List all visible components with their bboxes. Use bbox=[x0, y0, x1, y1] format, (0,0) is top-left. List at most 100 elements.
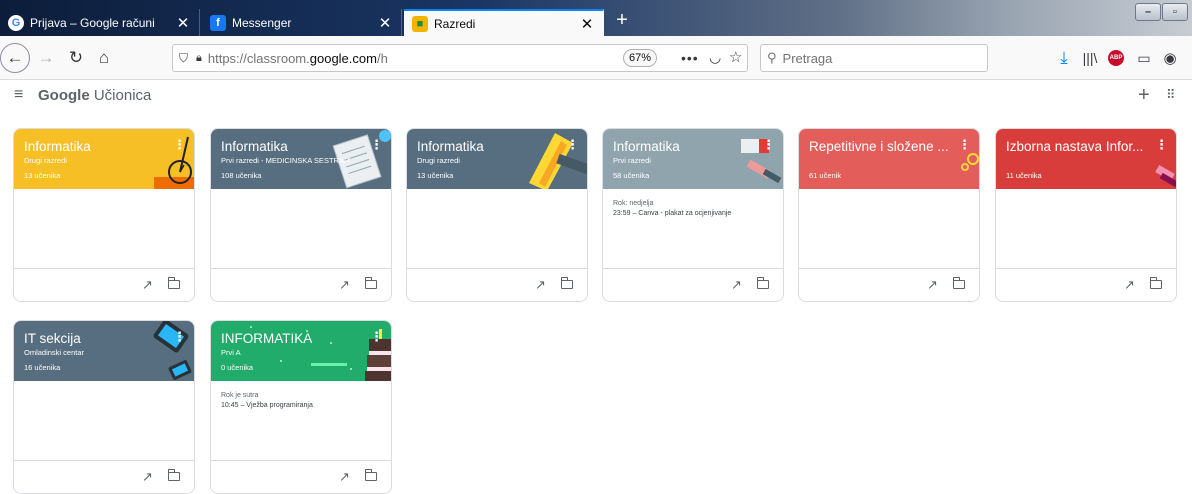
url-suffix: /h bbox=[376, 50, 388, 66]
brand-product: Učionica bbox=[93, 87, 152, 104]
trending-icon[interactable]: ↗ bbox=[142, 469, 153, 485]
more-options-icon[interactable]: ⋮ bbox=[173, 329, 186, 345]
class-title[interactable]: Informatika bbox=[417, 139, 559, 154]
class-subtitle: Drugi razredi bbox=[417, 156, 460, 165]
apps-grid-icon[interactable]: ⠿ bbox=[1166, 87, 1176, 103]
card-header[interactable]: Informatika Prvi razredi 58 učenika ⋮ bbox=[603, 129, 783, 189]
menu-icon[interactable]: ≡ bbox=[14, 86, 23, 104]
url-bar[interactable]: ⛉ 🔒︎ https://classroom.google.com/h 67% … bbox=[172, 44, 748, 72]
card-footer: ↗ bbox=[14, 460, 194, 493]
tab-messenger[interactable]: f Messenger ✕ bbox=[202, 9, 402, 36]
class-card[interactable]: Informatika Prvi razredi 58 učenika ⋮ Ro… bbox=[602, 128, 784, 302]
folder-icon[interactable] bbox=[364, 277, 377, 289]
url-prefix: https://classroom. bbox=[207, 50, 310, 66]
class-card[interactable]: IT sekcija Omladinski centar 16 učenika … bbox=[13, 320, 195, 494]
tracking-protection-icon[interactable]: ⛉ bbox=[179, 51, 188, 66]
window-controls: – ▫ bbox=[1135, 3, 1188, 21]
minimize-button[interactable]: – bbox=[1135, 3, 1161, 21]
folder-icon[interactable] bbox=[756, 277, 769, 289]
bookmark-star-icon[interactable]: ☆ bbox=[729, 48, 742, 66]
class-title[interactable]: Repetitivne i složene ... bbox=[809, 139, 951, 154]
card-header[interactable]: Repetitivne i složene ... 61 učenik ⋮ bbox=[799, 129, 979, 189]
tab-razredi[interactable]: ■ Razredi ✕ bbox=[404, 9, 604, 36]
class-title[interactable]: IT sekcija bbox=[24, 331, 166, 346]
student-count: 11 učenika bbox=[1006, 171, 1042, 180]
folder-icon[interactable] bbox=[560, 277, 573, 289]
trending-icon[interactable]: ↗ bbox=[339, 469, 350, 485]
more-options-icon[interactable]: ⋮ bbox=[1155, 137, 1168, 153]
more-options-icon[interactable]: ⋮ bbox=[762, 137, 775, 153]
close-icon[interactable]: ✕ bbox=[377, 14, 393, 32]
lock-icon[interactable]: 🔒︎ bbox=[196, 52, 202, 65]
tab-google-login[interactable]: G Prijava – Google računi ✕ bbox=[0, 9, 200, 36]
card-footer: ↗ bbox=[799, 268, 979, 301]
due-assignment[interactable]: 23:59 – Canva - plakat za ocjenjivanje bbox=[613, 209, 731, 219]
trending-icon[interactable]: ↗ bbox=[1124, 277, 1135, 293]
student-count: 61 učenik bbox=[809, 171, 842, 180]
card-header[interactable]: Izborna nastava Infor... 11 učenika ⋮ bbox=[996, 129, 1176, 189]
library-icon[interactable]: |||\ bbox=[1078, 46, 1102, 70]
classroom-logo[interactable]: Google Učionica bbox=[38, 87, 151, 104]
trending-icon[interactable]: ↗ bbox=[927, 277, 938, 293]
class-card[interactable]: Izborna nastava Infor... 11 učenika ⋮ ↗ bbox=[995, 128, 1177, 302]
forward-button[interactable]: → bbox=[34, 46, 58, 70]
more-options-icon[interactable]: ⋮ bbox=[370, 137, 383, 153]
class-title[interactable]: Informatika bbox=[24, 139, 166, 154]
folder-icon[interactable] bbox=[167, 277, 180, 289]
maximize-button[interactable]: ▫ bbox=[1162, 3, 1188, 21]
class-subtitle: Drugi razredi bbox=[24, 156, 67, 165]
student-count: 16 učenika bbox=[24, 363, 61, 372]
zoom-indicator[interactable]: 67% bbox=[623, 49, 658, 67]
class-card[interactable]: Repetitivne i složene ... 61 učenik ⋮ ↗ bbox=[798, 128, 980, 302]
browser-toolbar: ← → ↻ ⌂ ⛉ 🔒︎ https://classroom.google.co… bbox=[0, 36, 1192, 80]
trending-icon[interactable]: ↗ bbox=[731, 277, 742, 293]
close-icon[interactable]: ✕ bbox=[175, 14, 191, 32]
card-header[interactable]: Informatika Drugi razredi 13 učenika ⋮ bbox=[14, 129, 194, 189]
more-options-icon[interactable]: ⋮ bbox=[370, 329, 383, 345]
page-actions-icon[interactable]: ••• bbox=[681, 50, 699, 66]
class-card[interactable]: Informatika Prvi razredi - MEDICINSKA SE… bbox=[210, 128, 392, 302]
student-count: 58 učenika bbox=[613, 171, 650, 180]
more-options-icon[interactable]: ⋮ bbox=[566, 137, 579, 153]
pocket-icon[interactable]: ◡ bbox=[709, 49, 721, 66]
class-title[interactable]: Izborna nastava Infor... bbox=[1006, 139, 1148, 154]
adblock-icon[interactable]: ABP bbox=[1104, 46, 1128, 70]
class-card[interactable]: Informatika Drugi razredi 13 učenika ⋮ ↗ bbox=[406, 128, 588, 302]
url-domain: google.com bbox=[309, 50, 377, 66]
folder-icon[interactable] bbox=[167, 469, 180, 481]
card-footer: ↗ bbox=[603, 268, 783, 301]
reload-button[interactable]: ↻ bbox=[64, 46, 88, 70]
class-title[interactable]: Informatika bbox=[221, 139, 363, 154]
reader-icon[interactable]: ▭ bbox=[1132, 46, 1156, 70]
trending-icon[interactable]: ↗ bbox=[339, 277, 350, 293]
folder-icon[interactable] bbox=[1149, 277, 1162, 289]
card-footer: ↗ bbox=[211, 460, 391, 493]
trending-icon[interactable]: ↗ bbox=[535, 277, 546, 293]
more-options-icon[interactable]: ⋮ bbox=[173, 137, 186, 153]
class-card[interactable]: Informatika Drugi razredi 13 učenika ⋮ ↗ bbox=[13, 128, 195, 302]
add-class-button[interactable]: + bbox=[1138, 84, 1150, 107]
card-header[interactable]: IT sekcija Omladinski centar 16 učenika … bbox=[14, 321, 194, 381]
class-title[interactable]: INFORMATIKA bbox=[221, 331, 363, 346]
folder-icon[interactable] bbox=[952, 277, 965, 289]
class-title[interactable]: Informatika bbox=[613, 139, 755, 154]
class-subtitle: Omladinski centar bbox=[24, 348, 85, 357]
card-header[interactable]: INFORMATIKA Prvi A 0 učenika ⋮ bbox=[211, 321, 391, 381]
assignment-due[interactable]: Rok: nedjelja 23:59 – Canva - plakat za … bbox=[613, 199, 731, 219]
more-options-icon[interactable]: ⋮ bbox=[958, 137, 971, 153]
assignment-due[interactable]: Rok je sutra 10:45 – Vježba programiranj… bbox=[221, 391, 313, 411]
card-header[interactable]: Informatika Drugi razredi 13 učenika ⋮ bbox=[407, 129, 587, 189]
download-icon[interactable]: ⤓ bbox=[1052, 46, 1076, 70]
due-assignment[interactable]: 10:45 – Vježba programiranja bbox=[221, 401, 313, 411]
trending-icon[interactable]: ↗ bbox=[142, 277, 153, 293]
search-input[interactable]: ⚲ Pretraga bbox=[760, 44, 988, 72]
close-icon[interactable]: ✕ bbox=[579, 15, 595, 33]
card-header[interactable]: Informatika Prvi razredi - MEDICINSKA SE… bbox=[211, 129, 391, 189]
new-tab-button[interactable]: + bbox=[612, 9, 632, 32]
browser-tab-strip: G Prijava – Google računi ✕ f Messenger … bbox=[0, 0, 1192, 36]
folder-icon[interactable] bbox=[364, 469, 377, 481]
account-icon[interactable]: ◉ bbox=[1158, 46, 1182, 70]
back-button[interactable]: ← bbox=[0, 43, 30, 73]
class-card[interactable]: INFORMATIKA Prvi A 0 učenika ⋮ Rok je su… bbox=[210, 320, 392, 494]
home-button[interactable]: ⌂ bbox=[92, 46, 116, 70]
